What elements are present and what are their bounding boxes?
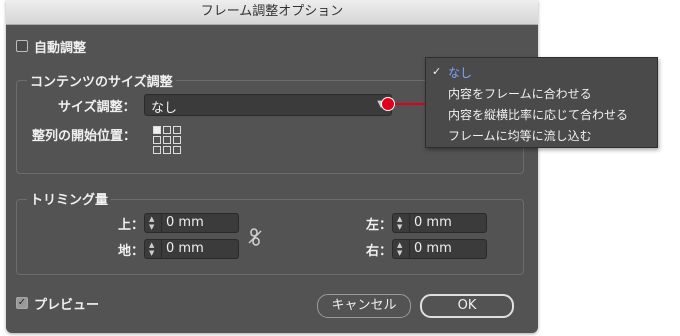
fitting-select-value: なし [151, 101, 178, 116]
crop-bottom-value: 0 mm [166, 241, 204, 256]
frame-fitting-dialog: フレーム調整オプション 自動調整 コンテンツのサイズ調整 サイズ調整： なし ▼… [6, 0, 538, 333]
crop-left-value: 0 mm [414, 215, 452, 230]
crop-right-field[interactable]: ▲ ▼ 0 mm [392, 239, 487, 259]
crop-bottom-label: 地： [118, 244, 145, 259]
menu-item-none[interactable]: なし [448, 64, 472, 81]
reference-point-center[interactable] [163, 136, 171, 144]
stepper-down-icon[interactable]: ▼ [397, 224, 402, 231]
annotation-dot-start [381, 97, 395, 111]
reference-point-middle-left[interactable] [153, 136, 161, 144]
reference-point-bottom-left[interactable] [153, 146, 161, 154]
preview-checkbox[interactable]: ✓ [16, 297, 28, 309]
fitting-select[interactable]: なし ▼ [144, 94, 392, 116]
reference-point-top-left[interactable] [153, 126, 161, 134]
stepper-up-icon[interactable]: ▲ [397, 242, 402, 249]
checkmark-icon: ✓ [432, 65, 442, 78]
fitting-dropdown-menu: ✓ なし 内容をフレームに合わせる 内容を縦横比率に応じて合わせる フレームに均… [425, 57, 658, 148]
preview-label: プレビュー [34, 298, 100, 313]
crop-right-stepper[interactable]: ▲ ▼ [393, 240, 410, 258]
menu-item-fit-content-proportionally[interactable]: 内容を縦横比率に応じて合わせる [448, 106, 628, 123]
reference-point-middle-right[interactable] [173, 136, 181, 144]
crop-right-label: 右： [366, 244, 393, 259]
stepper-up-icon[interactable]: ▲ [149, 242, 154, 249]
menu-item-fit-content-to-frame[interactable]: 内容をフレームに合わせる [448, 85, 592, 102]
menu-item-fill-frame-proportionally[interactable]: フレームに均等に流し込む [448, 127, 592, 144]
cancel-button[interactable]: キャンセル [317, 294, 411, 318]
fitting-label: サイズ調整： [58, 100, 136, 115]
auto-fit-label: 自動調整 [34, 41, 87, 56]
reference-point-top-right[interactable] [173, 126, 181, 134]
align-start-label: 整列の開始位置： [32, 129, 137, 144]
reference-point-bottom-right[interactable] [173, 146, 181, 154]
stepper-up-icon[interactable]: ▲ [149, 216, 154, 223]
crop-group [16, 199, 524, 275]
ok-button[interactable]: OK [420, 294, 514, 318]
crop-left-stepper[interactable]: ▲ ▼ [393, 214, 410, 232]
crop-top-stepper[interactable]: ▲ ▼ [145, 214, 162, 232]
crop-top-label: 上： [118, 218, 145, 233]
dialog-title: フレーム調整オプション [6, 0, 538, 25]
crop-top-field[interactable]: ▲ ▼ 0 mm [144, 213, 239, 233]
auto-fit-checkbox[interactable] [16, 40, 28, 52]
crop-right-value: 0 mm [414, 241, 452, 256]
reference-point-icon[interactable] [153, 126, 183, 156]
crop-legend: トリミング量 [27, 189, 112, 208]
crop-bottom-field[interactable]: ▲ ▼ 0 mm [144, 239, 239, 259]
crop-top-value: 0 mm [166, 215, 204, 230]
stepper-up-icon[interactable]: ▲ [397, 216, 402, 223]
content-fitting-legend: コンテンツのサイズ調整 [27, 71, 176, 90]
crop-bottom-stepper[interactable]: ▲ ▼ [145, 240, 162, 258]
stepper-down-icon[interactable]: ▼ [149, 250, 154, 257]
reference-point-bottom-center[interactable] [163, 146, 171, 154]
stepper-down-icon[interactable]: ▼ [149, 224, 154, 231]
crop-left-label: 左： [366, 218, 393, 233]
reference-point-top-center[interactable] [163, 126, 171, 134]
stepper-down-icon[interactable]: ▼ [397, 250, 402, 257]
crop-left-field[interactable]: ▲ ▼ 0 mm [392, 213, 487, 233]
link-broken-icon[interactable] [248, 228, 262, 246]
